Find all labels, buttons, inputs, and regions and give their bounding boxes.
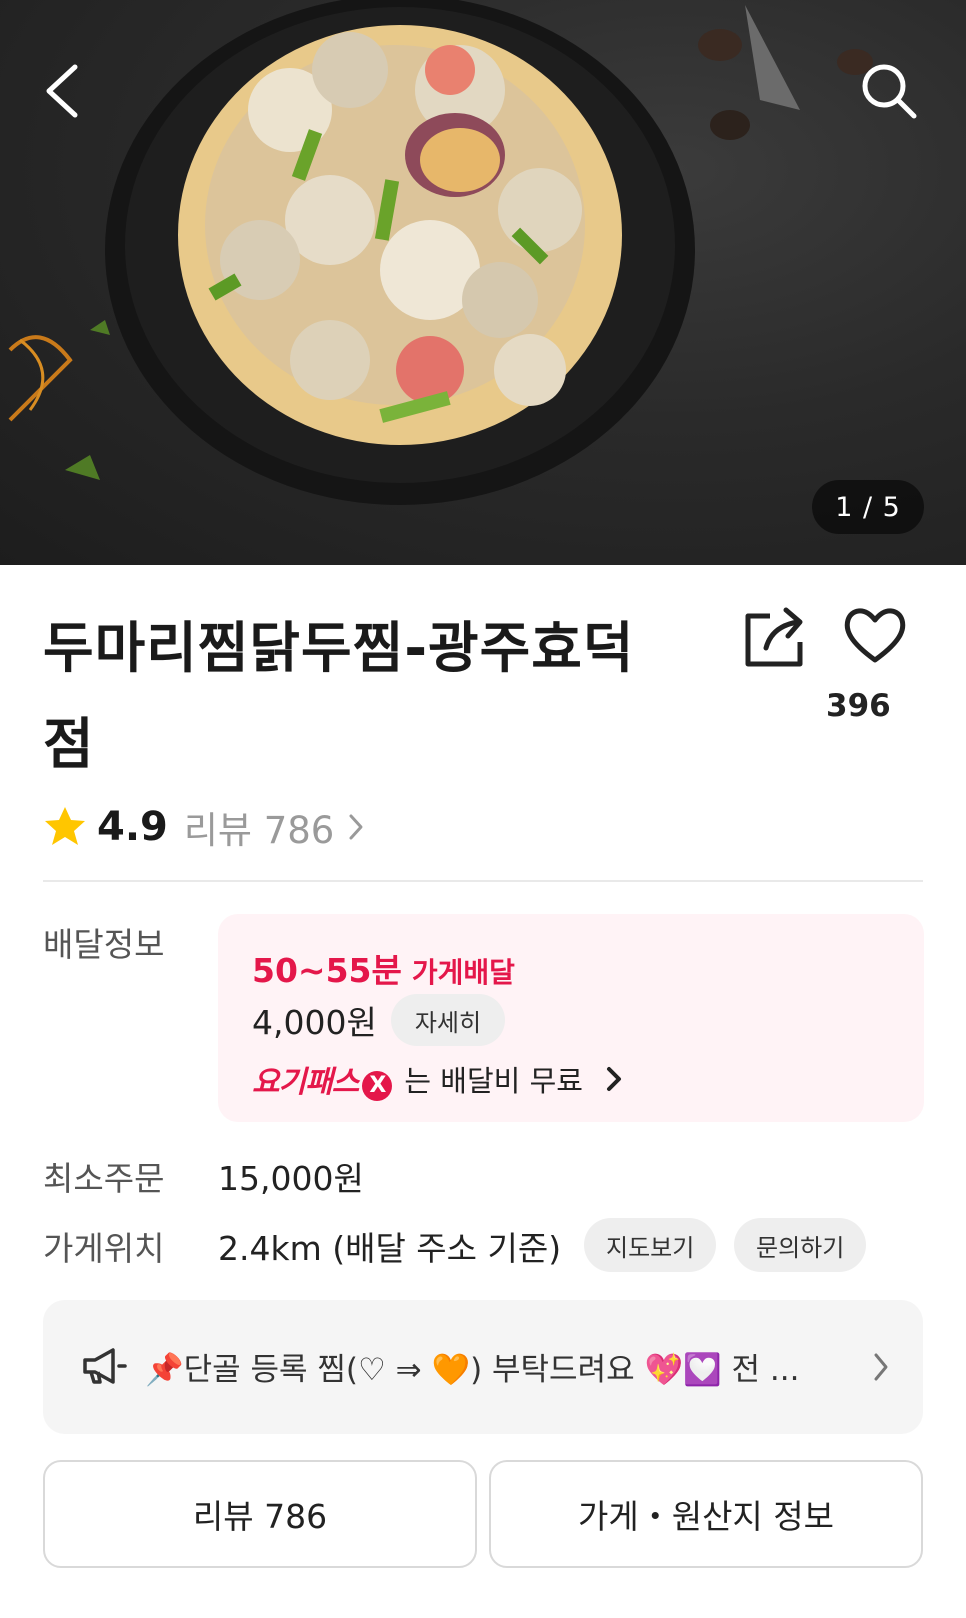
chevron-left-icon	[46, 64, 78, 118]
chevron-right-icon	[349, 814, 363, 840]
store-info-tab-button[interactable]: 가게・원산지 정보	[489, 1460, 923, 1568]
search-icon	[862, 64, 917, 119]
min-order-value: 15,000원	[218, 1159, 364, 1198]
delivery-time-value: 50~55분	[252, 951, 402, 990]
review-link[interactable]: 리뷰 786	[184, 800, 364, 854]
megaphone-icon	[83, 1348, 127, 1384]
delivery-info-box: 50~55분 가게배달 4,000원 자세히 요기패스 X 는 배달비 무료	[218, 914, 924, 1122]
notice-banner[interactable]: 📌단골 등록 찜(♡ ⇒ 🧡) 부탁드려요 💖💟 전 ...	[43, 1300, 923, 1434]
share-button[interactable]	[742, 604, 818, 680]
image-counter: 1 / 5	[812, 480, 924, 534]
location-value: 2.4km (배달 주소 기준)	[218, 1229, 562, 1268]
share-icon	[745, 607, 803, 667]
delivery-time: 50~55분 가게배달	[252, 944, 515, 992]
back-button[interactable]	[28, 56, 98, 126]
notice-text: 📌단골 등록 찜(♡ ⇒ 🧡) 부탁드려요 💖💟 전 ...	[145, 1352, 800, 1388]
delivery-fee: 4,000원 자세히	[252, 994, 506, 1046]
yogipass-logo: 요기패스 X	[252, 1057, 396, 1101]
delivery-label: 배달정보	[43, 925, 165, 964]
yogipass-promo[interactable]: 요기패스 X 는 배달비 무료	[252, 1057, 623, 1101]
chevron-right-icon	[606, 1067, 621, 1091]
inquiry-button[interactable]: 문의하기	[734, 1218, 867, 1272]
food-photo	[8, 0, 873, 505]
heart-icon	[844, 608, 906, 663]
promo-text: 는 배달비 무료	[404, 1064, 583, 1098]
like-button[interactable]	[842, 604, 918, 674]
like-count: 396	[826, 688, 891, 724]
yogipass-x-badge: X	[362, 1070, 393, 1101]
yogipass-logo-text: 요기패스	[252, 1065, 359, 1100]
delivery-type: 가게배달	[411, 956, 515, 989]
hero-image[interactable]: 1 / 5	[0, 0, 966, 565]
location-label: 가게위치	[43, 1229, 165, 1268]
store-title: 두마리찜닭두찜-광주효덕점	[43, 616, 635, 776]
delivery-detail-button[interactable]: 자세히	[390, 994, 506, 1046]
search-button[interactable]	[854, 56, 924, 126]
min-order-label: 최소주문	[43, 1159, 165, 1198]
review-link-label: 리뷰 786	[183, 809, 335, 852]
divider	[43, 880, 923, 882]
reviews-tab-button[interactable]: 리뷰 786	[43, 1460, 477, 1568]
rating-value: 4.9	[97, 804, 168, 850]
map-button[interactable]: 지도보기	[584, 1218, 717, 1272]
rating-row: 4.9 리뷰 786	[43, 800, 364, 854]
delivery-fee-value: 4,000원	[252, 1003, 377, 1042]
chevron-right-icon	[874, 1353, 888, 1381]
star-icon	[45, 807, 85, 845]
